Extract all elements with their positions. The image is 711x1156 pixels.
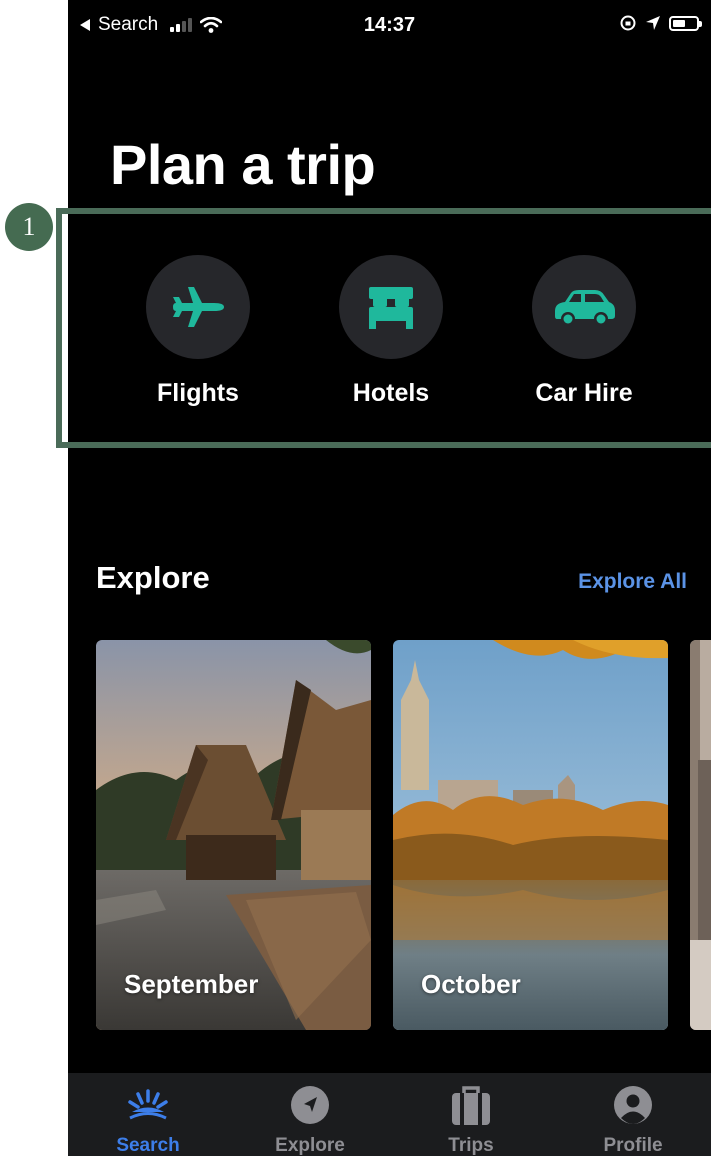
tab-explore-label: Explore [275,1135,345,1156]
explore-card-october[interactable]: October [393,640,668,1030]
orientation-lock-icon [620,15,636,31]
car-hire-button[interactable]: Car Hire [499,255,669,408]
explore-card-partial[interactable] [690,640,711,1030]
tab-profile[interactable]: Profile [553,1073,711,1156]
services-row: Flights Hotels Car Hire [68,255,711,415]
status-icons [619,14,702,32]
hotels-icon-circle [339,255,443,359]
status-bar: Search 14:37 [68,0,711,56]
suitcase-icon [452,1086,490,1125]
user-icon [614,1086,652,1124]
page-title: Plan a trip [110,133,376,196]
card-image-street [690,640,711,1030]
card-caption-september: September [124,969,259,999]
bottom-tab-bar: Search Explore Trips Profile [68,1073,711,1156]
car-hire-label: Car Hire [535,379,633,407]
tab-search-label: Search [116,1135,180,1156]
tab-trips[interactable]: Trips [391,1073,551,1156]
app-screen: Search 14:37 Plan a trip Flights Hotels … [68,0,711,1156]
airplane-icon [173,287,224,327]
battery-icon [669,15,702,31]
flights-label: Flights [157,379,239,407]
explore-heading: Explore [96,560,210,595]
tab-profile-label: Profile [603,1135,663,1156]
hotels-label: Hotels [352,379,430,407]
car-icon [555,290,615,326]
flights-button[interactable]: Flights [113,255,283,408]
tab-search[interactable]: Search [68,1073,228,1156]
tab-explore[interactable]: Explore [230,1073,390,1156]
car-hire-icon-circle [532,255,636,359]
status-time: 14:37 [363,14,416,36]
compass-icon [291,1086,329,1124]
hotels-button[interactable]: Hotels [306,255,476,408]
bed-icon [369,287,413,329]
card-caption-october: October [421,969,521,999]
flights-icon-circle [146,255,250,359]
explore-all-link[interactable]: Explore All [578,570,687,594]
tab-trips-label: Trips [448,1135,494,1156]
explore-card-september[interactable]: September [96,640,371,1030]
location-arrow-icon [646,16,660,30]
search-sunrise-icon [128,1089,168,1120]
annotation-marker: 1 [5,203,53,251]
